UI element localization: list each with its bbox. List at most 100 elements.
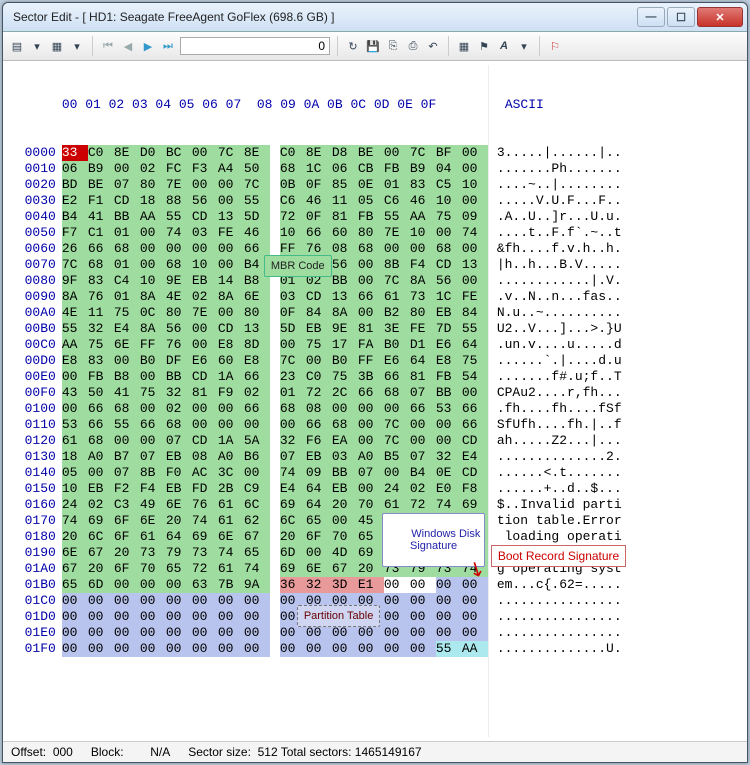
ascii-row[interactable]: .un.v....u.....d <box>497 337 622 353</box>
hex-byte[interactable]: 33 <box>62 145 88 161</box>
hex-byte[interactable]: 00 <box>62 369 88 385</box>
hex-byte[interactable]: 69 <box>436 545 462 561</box>
hex-byte[interactable]: 00 <box>140 257 166 273</box>
hex-byte[interactable]: 64 <box>166 529 192 545</box>
hex-byte[interactable]: 8B <box>140 465 166 481</box>
hex-byte[interactable]: 00 <box>384 593 410 609</box>
hex-byte[interactable]: 66 <box>244 401 270 417</box>
hex-byte[interactable]: 00 <box>166 593 192 609</box>
hex-byte[interactable]: 00 <box>462 241 488 257</box>
save-icon[interactable]: 💾 <box>365 38 381 54</box>
hex-byte[interactable]: 02 <box>88 497 114 513</box>
hex-byte[interactable]: CD <box>192 209 218 225</box>
hex-byte[interactable]: 8A <box>410 273 436 289</box>
hex-byte[interactable]: 00 <box>436 417 462 433</box>
hex-row[interactable]: 00 00 00 00 00 00 00 00 00 00 00 00 00 0… <box>62 625 488 641</box>
hex-byte[interactable]: 02 <box>140 161 166 177</box>
hex-byte[interactable]: 66 <box>306 225 332 241</box>
hex-byte[interactable]: EB <box>306 449 332 465</box>
hex-byte[interactable]: 00 <box>384 145 410 161</box>
hex-byte[interactable]: 75 <box>462 353 488 369</box>
hex-byte[interactable]: 00 <box>384 641 410 657</box>
hex-byte[interactable]: 66 <box>88 241 114 257</box>
hex-byte[interactable]: BB <box>332 273 358 289</box>
hex-byte[interactable]: BB <box>166 369 192 385</box>
hex-byte[interactable]: 00 <box>462 385 488 401</box>
hex-byte[interactable]: 84 <box>306 305 332 321</box>
hex-byte[interactable]: 07 <box>410 385 436 401</box>
hex-byte[interactable]: C4 <box>114 273 140 289</box>
hex-byte[interactable]: 00 <box>436 577 462 593</box>
hex-byte[interactable]: 68 <box>358 241 384 257</box>
hex-byte[interactable]: 7B <box>218 577 244 593</box>
hex-byte[interactable]: C0 <box>306 369 332 385</box>
hex-byte[interactable]: 80 <box>244 305 270 321</box>
hex-byte[interactable]: A4 <box>218 161 244 177</box>
hex-row[interactable]: 00 00 00 00 00 00 00 00 00 00 00 00 00 0… <box>62 641 488 657</box>
hex-byte[interactable]: 2C <box>332 385 358 401</box>
ascii-row[interactable]: ......+..d..$... <box>497 481 622 497</box>
hex-byte[interactable]: 81 <box>192 385 218 401</box>
hex-byte[interactable]: 8E <box>306 145 332 161</box>
hex-editor[interactable]: 0000001000200030004000500060007000800090… <box>3 61 747 741</box>
hex-byte[interactable]: 00 <box>114 433 140 449</box>
dropdown-icon[interactable]: ▾ <box>29 38 45 54</box>
hex-byte[interactable]: 68 <box>114 401 140 417</box>
hex-byte[interactable]: 00 <box>306 593 332 609</box>
hex-byte[interactable]: 00 <box>140 625 166 641</box>
hex-byte[interactable]: 66 <box>358 289 384 305</box>
hex-byte[interactable]: 7E <box>166 177 192 193</box>
hex-row[interactable]: F7 C1 01 00 74 03 FE 46 10 66 60 80 7E 1… <box>62 225 488 241</box>
hex-byte[interactable]: 8A <box>218 289 244 305</box>
hex-row[interactable]: 18 A0 B7 07 EB 08 A0 B6 07 EB 03 A0 B5 0… <box>62 449 488 465</box>
hex-byte[interactable]: 11 <box>88 305 114 321</box>
hex-byte[interactable]: 6F <box>114 529 140 545</box>
hex-byte[interactable]: 66 <box>358 385 384 401</box>
hex-byte[interactable]: 74 <box>166 225 192 241</box>
hex-byte[interactable]: 00 <box>462 609 488 625</box>
hex-byte[interactable]: 00 <box>384 625 410 641</box>
hex-byte[interactable]: BB <box>436 385 462 401</box>
hex-byte[interactable]: 07 <box>410 449 436 465</box>
hex-row[interactable]: 20 6C 6F 61 64 69 6E 67 20 6F 70 65 72 6… <box>62 529 488 545</box>
hex-byte[interactable]: 00 <box>218 401 244 417</box>
hex-byte[interactable]: 73 <box>410 289 436 305</box>
hex-byte[interactable]: C6 <box>280 193 306 209</box>
hex-byte[interactable]: 00 <box>192 337 218 353</box>
hex-byte[interactable]: 13 <box>332 289 358 305</box>
hex-byte[interactable]: 75 <box>436 209 462 225</box>
hex-byte[interactable]: 49 <box>140 497 166 513</box>
hex-byte[interactable]: 88 <box>166 193 192 209</box>
hex-byte[interactable]: 70 <box>358 497 384 513</box>
ascii-row[interactable]: ................ <box>497 625 622 641</box>
hex-byte[interactable]: 00 <box>462 593 488 609</box>
hex-byte[interactable]: 9A <box>244 577 270 593</box>
hex-byte[interactable]: 55 <box>436 641 462 657</box>
ascii-row[interactable]: ....~..|........ <box>497 177 622 193</box>
hex-byte[interactable]: 10 <box>140 273 166 289</box>
hex-byte[interactable]: 13 <box>244 321 270 337</box>
hex-byte[interactable]: 6E <box>218 529 244 545</box>
hex-byte[interactable]: 05 <box>358 193 384 209</box>
hex-byte[interactable]: CB <box>358 161 384 177</box>
hex-byte[interactable]: 65 <box>244 545 270 561</box>
hex-byte[interactable]: BD <box>62 177 88 193</box>
hex-byte[interactable]: 00 <box>192 241 218 257</box>
hex-byte[interactable]: D1 <box>410 337 436 353</box>
hex-byte[interactable]: 8A <box>62 289 88 305</box>
hex-byte[interactable]: B0 <box>332 353 358 369</box>
ascii-row[interactable]: &fh....f.v.h..h. <box>497 241 622 257</box>
hex-byte[interactable]: 18 <box>140 193 166 209</box>
hex-byte[interactable]: 00 <box>218 417 244 433</box>
hex-byte[interactable]: 85 <box>332 177 358 193</box>
hex-byte[interactable]: BC <box>166 145 192 161</box>
hex-byte[interactable]: 8E <box>244 145 270 161</box>
hex-byte[interactable]: 00 <box>306 353 332 369</box>
hex-byte[interactable]: 75 <box>332 369 358 385</box>
hex-row[interactable]: 8A 76 01 8A 4E 02 8A 6E 03 CD 13 66 61 7… <box>62 289 488 305</box>
hex-byte[interactable]: 5D <box>280 321 306 337</box>
hex-byte[interactable]: 6E <box>306 561 332 577</box>
hex-byte[interactable]: 00 <box>384 401 410 417</box>
ascii-row[interactable]: .......f#.u;f..T <box>497 369 622 385</box>
hex-byte[interactable]: 68 <box>166 417 192 433</box>
